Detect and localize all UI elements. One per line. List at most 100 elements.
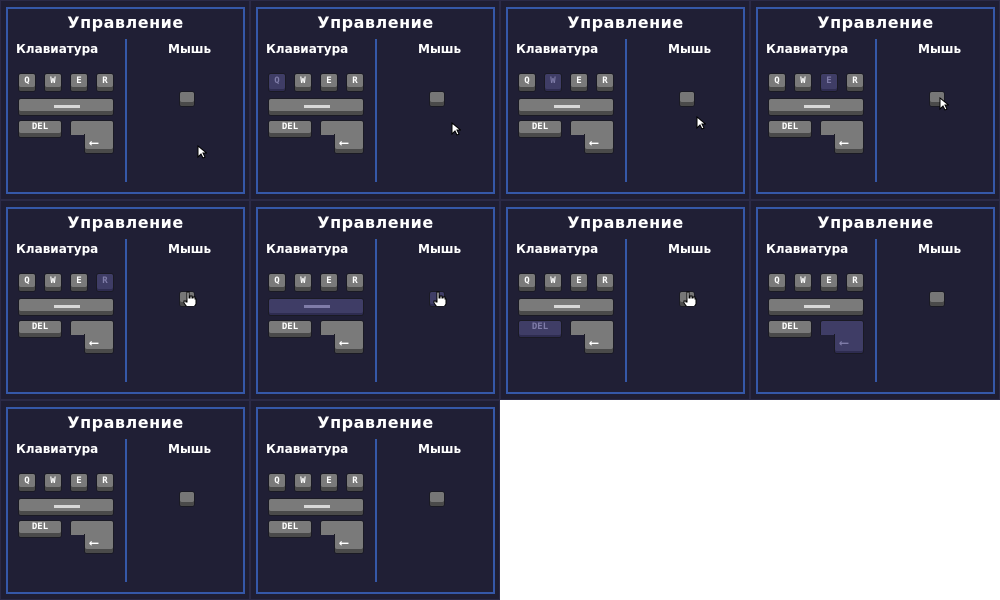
frame-grid: Управление Клавиатура Мышь Q W E R DEL ⟵… [0,0,1000,600]
key-w[interactable]: W [294,473,312,492]
key-del[interactable]: DEL [268,320,312,338]
key-e[interactable]: E [820,73,838,92]
key-r[interactable]: R [846,273,864,292]
key-e[interactable]: E [570,273,588,292]
column-divider [625,239,627,382]
key-e[interactable]: E [320,473,338,492]
key-space[interactable] [268,98,364,116]
controls-panel: Управление Клавиатура Мышь Q W E R DEL ⟵ [256,407,495,594]
key-q[interactable]: Q [518,273,536,292]
key-e[interactable]: E [320,73,338,92]
key-e[interactable]: E [70,473,88,492]
hand-cursor-icon [433,291,447,310]
mouse-button[interactable] [679,91,695,107]
key-space[interactable] [18,298,114,316]
space-bar-icon [304,105,330,108]
key-enter[interactable]: ⟵ [570,320,614,354]
frame: Управление Клавиатура Мышь Q W E R DEL ⟵ [0,400,250,600]
key-r[interactable]: R [346,273,364,292]
enter-arrow-icon: ⟵ [90,536,98,551]
key-space[interactable] [18,498,114,516]
key-q[interactable]: Q [268,73,286,92]
key-q[interactable]: Q [268,273,286,292]
key-del[interactable]: DEL [268,120,312,138]
key-enter[interactable]: ⟵ [570,120,614,154]
key-w[interactable]: W [44,273,62,292]
key-w[interactable]: W [294,73,312,92]
key-r[interactable]: R [96,73,114,92]
key-enter[interactable]: ⟵ [320,520,364,554]
key-enter[interactable]: ⟵ [320,120,364,154]
key-q[interactable]: Q [268,473,286,492]
key-w[interactable]: W [544,273,562,292]
key-del[interactable]: DEL [768,320,812,338]
key-q[interactable]: Q [768,273,786,292]
controls-panel: Управление Клавиатура Мышь Q W E R DEL ⟵ [6,207,245,394]
key-space[interactable] [268,498,364,516]
key-r[interactable]: R [596,273,614,292]
column-divider [375,39,377,182]
frame: Управление Клавиатура Мышь Q W E R DEL ⟵ [750,200,1000,400]
key-enter[interactable]: ⟵ [820,320,864,354]
frame: Управление Клавиатура Мышь Q W E R DEL ⟵ [500,0,750,200]
key-q[interactable]: Q [518,73,536,92]
key-del[interactable]: DEL [268,520,312,538]
key-w[interactable]: W [44,473,62,492]
frame: Управление Клавиатура Мышь Q W E R DEL ⟵ [0,200,250,400]
mouse-button[interactable] [429,91,445,107]
key-space[interactable] [518,98,614,116]
key-r[interactable]: R [96,273,114,292]
mouse-button[interactable] [429,491,445,507]
mouse-button[interactable] [179,491,195,507]
key-space[interactable] [18,98,114,116]
enter-arrow-icon: ⟵ [340,536,348,551]
key-enter[interactable]: ⟵ [70,120,114,154]
key-w[interactable]: W [794,73,812,92]
key-enter[interactable]: ⟵ [70,320,114,354]
space-bar-icon [54,305,80,308]
key-w[interactable]: W [44,73,62,92]
key-r[interactable]: R [96,473,114,492]
controls-panel: Управление Клавиатура Мышь Q W E R DEL ⟵ [6,407,245,594]
controls-panel: Управление Клавиатура Мышь Q W E R DEL ⟵ [756,7,995,194]
hand-cursor-icon [183,291,197,310]
key-r[interactable]: R [596,73,614,92]
key-r[interactable]: R [346,73,364,92]
key-r[interactable]: R [346,473,364,492]
key-space[interactable] [268,298,364,316]
key-w[interactable]: W [544,73,562,92]
key-enter[interactable]: ⟵ [70,520,114,554]
controls-panel: Управление Клавиатура Мышь Q W E R DEL ⟵ [756,207,995,394]
key-q[interactable]: Q [18,73,36,92]
key-w[interactable]: W [294,273,312,292]
key-e[interactable]: E [70,273,88,292]
frame: Управление Клавиатура Мышь Q W E R DEL ⟵ [750,0,1000,200]
key-q[interactable]: Q [18,273,36,292]
panel-title: Управление [567,13,684,32]
key-w[interactable]: W [794,273,812,292]
mouse-button[interactable] [929,291,945,307]
key-del[interactable]: DEL [18,520,62,538]
key-r[interactable]: R [846,73,864,92]
key-space[interactable] [768,298,864,316]
key-del[interactable]: DEL [518,320,562,338]
column-divider [875,39,877,182]
key-q[interactable]: Q [18,473,36,492]
key-e[interactable]: E [820,273,838,292]
key-enter[interactable]: ⟵ [320,320,364,354]
key-del[interactable]: DEL [18,120,62,138]
key-del[interactable]: DEL [768,120,812,138]
panel-title: Управление [67,13,184,32]
mouse-button[interactable] [179,91,195,107]
key-e[interactable]: E [570,73,588,92]
column-divider [375,439,377,582]
key-del[interactable]: DEL [518,120,562,138]
column-divider [625,39,627,182]
key-del[interactable]: DEL [18,320,62,338]
key-space[interactable] [518,298,614,316]
key-q[interactable]: Q [768,73,786,92]
key-enter[interactable]: ⟵ [820,120,864,154]
key-e[interactable]: E [320,273,338,292]
key-space[interactable] [768,98,864,116]
key-e[interactable]: E [70,73,88,92]
